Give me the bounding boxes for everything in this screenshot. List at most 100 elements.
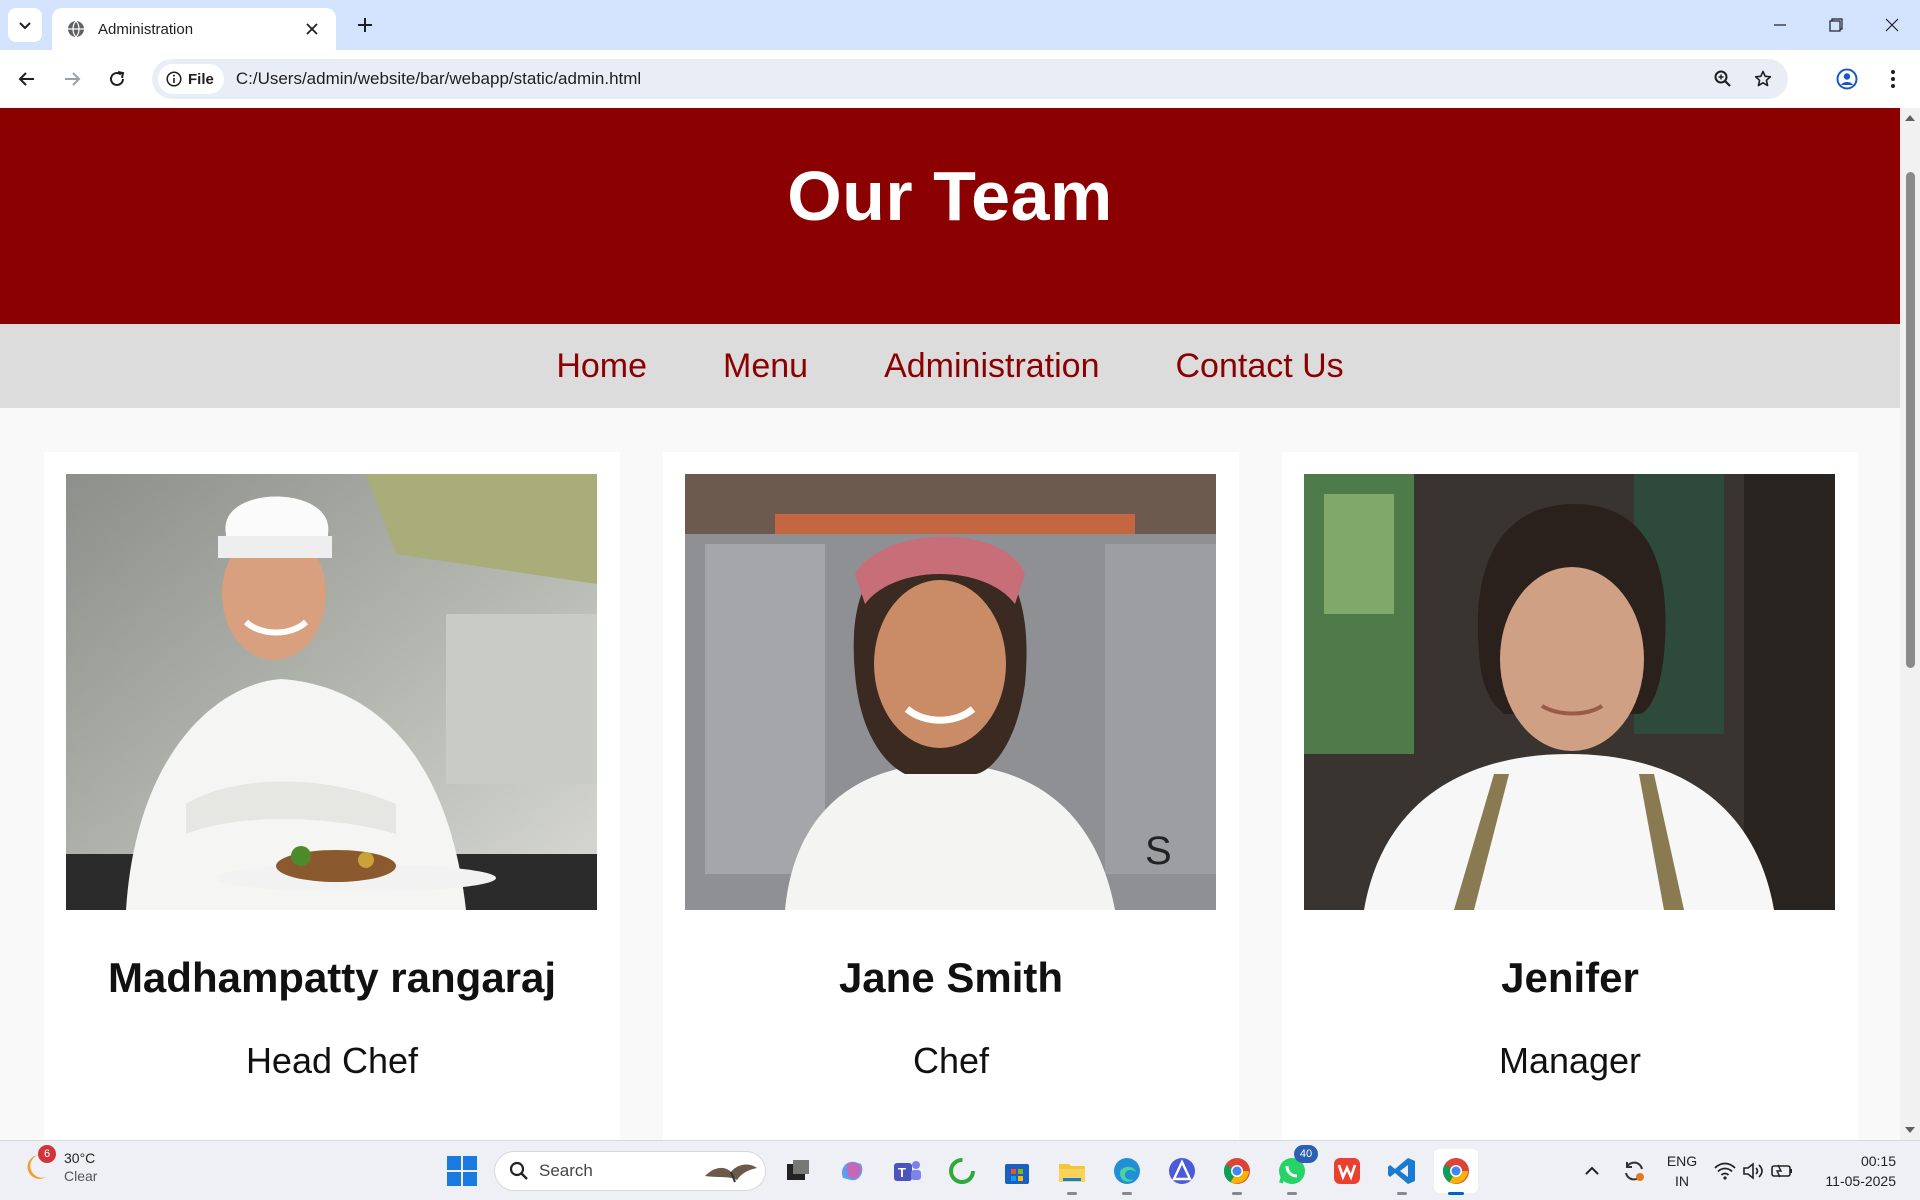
restore-icon — [1829, 18, 1843, 32]
svg-text:T: T — [898, 1165, 906, 1180]
search-icon — [509, 1161, 528, 1180]
more-vert-icon — [1891, 70, 1895, 88]
nav-link-menu[interactable]: Menu — [723, 347, 808, 386]
vpn-app-icon[interactable] — [1164, 1153, 1200, 1189]
browser-tab-strip: Administration — [0, 0, 1920, 50]
member-role: Head Chef — [245, 1040, 419, 1081]
zoom-icon[interactable] — [1708, 64, 1738, 94]
url-text[interactable]: C:/Users/admin/website/bar/webapp/static… — [236, 69, 1708, 89]
system-clock[interactable]: 00:15 11-05-2025 — [1812, 1151, 1896, 1191]
minimize-icon — [1774, 24, 1786, 26]
edge-icon[interactable] — [1109, 1153, 1145, 1195]
copilot-icon[interactable] — [834, 1153, 870, 1189]
weather-widget[interactable]: 6 30°C Clear — [24, 1145, 98, 1185]
profile-icon — [1836, 68, 1858, 90]
close-tab-icon[interactable] — [302, 19, 322, 39]
wifi-icon[interactable] — [1712, 1153, 1738, 1189]
team-member-photo: S — [685, 474, 1216, 910]
info-icon — [166, 71, 182, 87]
plus-icon — [358, 18, 372, 32]
temperature: 30°C — [64, 1150, 96, 1166]
page-header: Our Team — [0, 108, 1900, 324]
star-bookmark-icon[interactable] — [1748, 64, 1778, 94]
windows-logo-icon — [447, 1156, 477, 1186]
tab-title: Administration — [98, 20, 194, 38]
site-info-chip[interactable]: File — [158, 64, 224, 94]
new-tab-button[interactable] — [352, 12, 378, 38]
member-name: Jane Smith — [838, 954, 1064, 1001]
search-placeholder: Search — [539, 1161, 593, 1180]
running-indicator — [1232, 1192, 1242, 1195]
show-hidden-icons-chevron-up-icon[interactable] — [1574, 1153, 1610, 1189]
start-button[interactable] — [446, 1155, 478, 1192]
page-viewport: Our Team Home Menu Administration Contac… — [0, 108, 1900, 1140]
member-role: Manager — [1498, 1040, 1642, 1081]
chrome-icon[interactable] — [1219, 1153, 1255, 1195]
task-view-icon[interactable] — [780, 1153, 816, 1189]
team-card: Jenifer Manager — [1282, 452, 1858, 1140]
browser-tab-active[interactable]: Administration — [52, 8, 336, 50]
minimize-button[interactable] — [1752, 0, 1808, 50]
page-title: Our Team — [787, 157, 1113, 235]
chrome-active-icon[interactable] — [1434, 1149, 1478, 1195]
weather-condition: Clear — [64, 1168, 98, 1184]
nav-link-home[interactable]: Home — [556, 347, 647, 386]
member-name: Jenifer — [1501, 954, 1639, 1001]
vscode-icon[interactable] — [1384, 1153, 1420, 1195]
restore-button[interactable] — [1808, 0, 1864, 50]
close-icon — [1885, 18, 1899, 32]
scroll-down-icon[interactable] — [1904, 1124, 1916, 1136]
browser-menu-button[interactable] — [1878, 64, 1908, 94]
teams-icon[interactable]: T — [889, 1153, 925, 1189]
forward-button[interactable] — [57, 64, 87, 94]
team-member-photo — [1304, 474, 1835, 910]
running-indicator — [1287, 1192, 1297, 1195]
clock-date: 11-05-2025 — [1825, 1173, 1896, 1189]
page-scrollbar[interactable] — [1900, 108, 1920, 1140]
windows-taskbar: 6 30°C Clear Search T 40 ENG IN 00:15 11… — [0, 1140, 1920, 1200]
close-window-button[interactable] — [1864, 0, 1920, 50]
weather-alert-badge: 6 — [38, 1145, 56, 1163]
scroll-up-icon[interactable] — [1904, 112, 1916, 124]
volume-icon[interactable] — [1740, 1153, 1766, 1189]
whatsapp-unread-badge: 40 — [1294, 1145, 1318, 1163]
input-language-indicator[interactable]: ENG IN — [1664, 1151, 1700, 1191]
file-explorer-icon[interactable] — [1054, 1153, 1090, 1195]
team-section: Madhampatty rangaraj Head Chef S Jane Sm… — [0, 408, 1900, 1140]
reload-button[interactable] — [102, 64, 132, 94]
scrollbar-thumb[interactable] — [1906, 172, 1915, 668]
active-indicator — [1448, 1192, 1464, 1195]
nav-link-contact-us[interactable]: Contact Us — [1176, 347, 1344, 386]
tab-search-button[interactable] — [8, 8, 42, 42]
reload-icon — [110, 71, 125, 86]
browser-toolbar: File C:/Users/admin/website/bar/webapp/s… — [0, 50, 1920, 108]
globe-icon — [66, 19, 86, 39]
moon-icon: 6 — [24, 1145, 56, 1183]
chevron-down-icon — [19, 22, 31, 30]
address-bar[interactable]: File C:/Users/admin/website/bar/webapp/s… — [152, 59, 1788, 99]
arrow-right-icon — [65, 72, 81, 86]
team-member-photo — [66, 474, 597, 910]
store-icon[interactable] — [999, 1153, 1035, 1189]
search-highlight-bird-icon — [705, 1164, 757, 1183]
site-navigation: Home Menu Administration Contact Us — [0, 324, 1900, 408]
sync-app-icon[interactable] — [944, 1153, 980, 1189]
back-button[interactable] — [12, 64, 42, 94]
battery-icon[interactable] — [1768, 1153, 1796, 1189]
profile-button[interactable] — [1832, 64, 1862, 94]
svg-text:S: S — [1145, 829, 1172, 873]
wps-office-icon[interactable] — [1329, 1153, 1365, 1189]
arrow-left-icon — [18, 72, 34, 86]
lang-code: ENG — [1666, 1153, 1698, 1169]
site-info-label: File — [188, 70, 214, 88]
team-card: S Jane Smith Chef — [663, 452, 1239, 1140]
team-card: Madhampatty rangaraj Head Chef — [44, 452, 620, 1140]
sync-status-icon[interactable] — [1616, 1153, 1652, 1189]
nav-link-administration[interactable]: Administration — [884, 347, 1099, 386]
running-indicator — [1067, 1192, 1077, 1195]
taskbar-search[interactable]: Search — [494, 1151, 766, 1191]
whatsapp-icon[interactable]: 40 — [1274, 1145, 1318, 1195]
member-role: Chef — [912, 1040, 990, 1081]
clock-time: 00:15 — [1860, 1153, 1896, 1169]
running-indicator — [1122, 1192, 1132, 1195]
